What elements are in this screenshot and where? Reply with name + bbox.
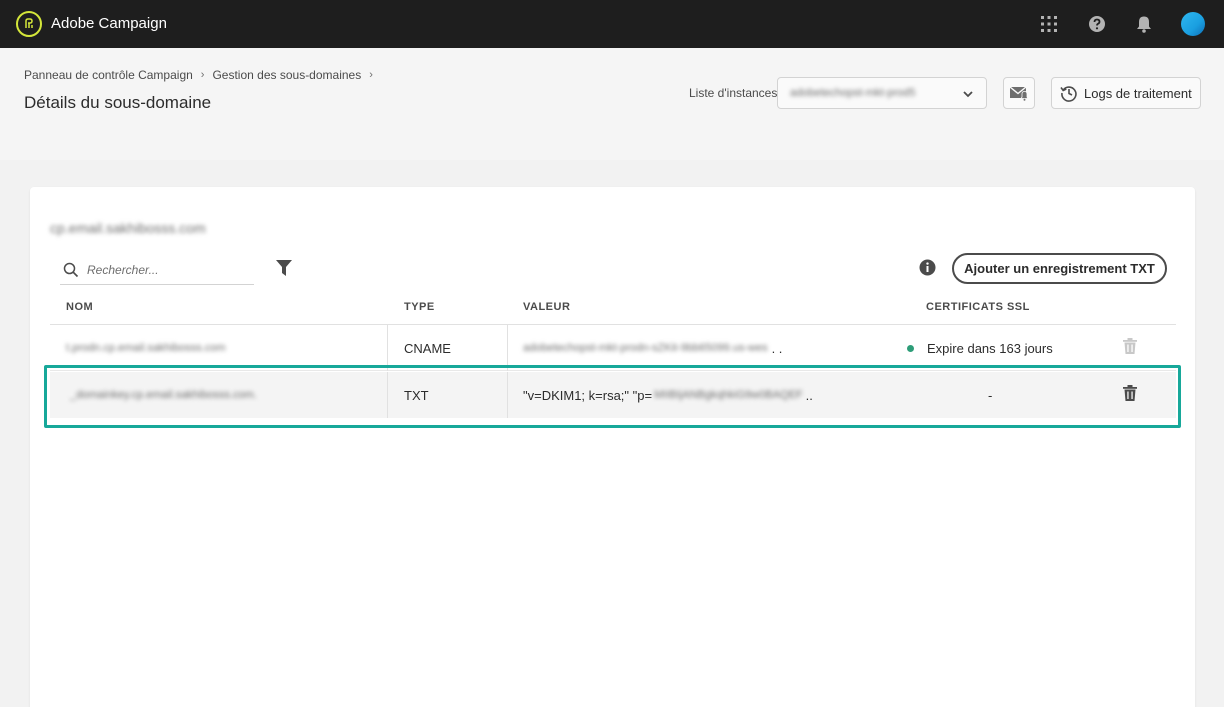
column-divider bbox=[507, 372, 508, 418]
top-bar: Adobe Campaign bbox=[0, 0, 1224, 48]
mail-bell-icon bbox=[1009, 86, 1029, 101]
record-value-ellipsis: . . bbox=[771, 340, 783, 356]
record-type: TXT bbox=[404, 387, 429, 403]
chevron-right-icon: › bbox=[200, 69, 205, 81]
column-header-type[interactable]: TYPE bbox=[404, 301, 435, 313]
record-value-hidden: adobetechopst-mkt-prodn-sZKit-9bb65099.u… bbox=[523, 342, 768, 354]
filter-icon[interactable] bbox=[276, 260, 292, 281]
table-row[interactable]: t.prodn.cp.email.sakhibosss.com CNAME ad… bbox=[50, 325, 1176, 371]
delete-icon bbox=[1123, 338, 1137, 359]
processing-logs-label: Logs de traitement bbox=[1084, 85, 1192, 101]
page-title: Détails du sous-domaine bbox=[24, 93, 212, 112]
user-avatar[interactable] bbox=[1181, 12, 1205, 36]
column-divider bbox=[507, 325, 508, 371]
column-divider bbox=[387, 325, 388, 371]
subdomain-name: cp.email.sakhibosss.com bbox=[50, 220, 206, 236]
help-icon[interactable] bbox=[1087, 14, 1107, 34]
table-row[interactable]: _domainkey.cp.email.sakhibosss.com. TXT … bbox=[50, 372, 1176, 418]
page-header: Panneau de contrôle Campaign › Gestion d… bbox=[0, 48, 1224, 160]
instance-list-label: Liste d'instances bbox=[689, 86, 778, 100]
add-txt-record-button[interactable]: Ajouter un enregistrement TXT bbox=[952, 253, 1167, 284]
column-header-value[interactable]: VALEUR bbox=[523, 301, 570, 313]
apps-grid-icon[interactable] bbox=[1039, 14, 1059, 34]
processing-logs-button[interactable]: Logs de traitement bbox=[1051, 77, 1201, 109]
email-alerts-button[interactable] bbox=[1003, 77, 1035, 109]
record-name: _domainkey.cp.email.sakhibosss.com. bbox=[70, 389, 257, 401]
search-box bbox=[60, 255, 254, 285]
chevron-down-icon bbox=[962, 87, 974, 105]
record-value: "v=DKIM1; k=rsa;" "p= bbox=[523, 387, 653, 403]
ssl-expiry: Expire dans 163 jours bbox=[927, 340, 1053, 356]
column-divider bbox=[387, 372, 388, 418]
search-icon bbox=[63, 262, 79, 277]
subdomain-card: cp.email.sakhibosss.com Ajouter un enreg… bbox=[30, 187, 1195, 707]
chevron-right-icon: › bbox=[369, 69, 373, 81]
ssl-status-dot bbox=[907, 344, 914, 352]
app-title[interactable]: Adobe Campaign bbox=[51, 15, 167, 32]
bell-icon[interactable] bbox=[1134, 14, 1154, 34]
instance-select[interactable]: adobetechopst-mkt-prod5 bbox=[777, 77, 987, 109]
breadcrumb: Panneau de contrôle Campaign › Gestion d… bbox=[24, 68, 381, 82]
breadcrumb-subdomain-management[interactable]: Gestion des sous-domaines bbox=[212, 68, 361, 82]
adobe-campaign-logo-icon[interactable] bbox=[16, 11, 42, 37]
ssl-expiry: - bbox=[988, 387, 993, 403]
record-name: t.prodn.cp.email.sakhibosss.com bbox=[66, 342, 226, 354]
column-header-name[interactable]: NOM bbox=[66, 301, 93, 313]
info-icon[interactable] bbox=[919, 259, 936, 281]
breadcrumb-campaign-control-panel[interactable]: Panneau de contrôle Campaign bbox=[24, 68, 193, 82]
record-value-hidden: MIIBIjANBgkqhkiG9w0BAQEF bbox=[654, 389, 803, 401]
history-icon bbox=[1060, 86, 1077, 102]
delete-icon[interactable] bbox=[1123, 385, 1137, 406]
record-value-ellipsis: .. bbox=[805, 387, 813, 403]
record-type: CNAME bbox=[404, 340, 451, 356]
instance-select-value: adobetechopst-mkt-prod5 bbox=[790, 87, 916, 99]
search-input[interactable] bbox=[87, 262, 247, 277]
column-header-ssl[interactable]: CERTIFICATS SSL bbox=[926, 301, 1030, 313]
